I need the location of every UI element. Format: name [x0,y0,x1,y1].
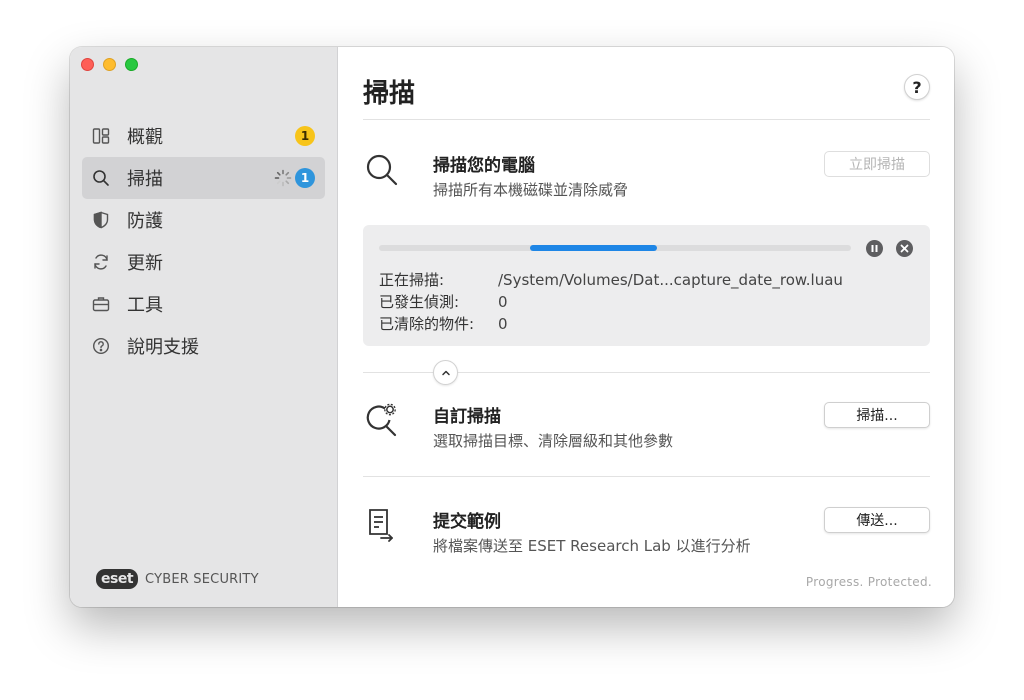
send-sample-button[interactable]: 傳送... [824,507,930,533]
row-label: 已發生偵測: [379,293,460,311]
briefcase-icon [92,295,110,313]
tagline: Progress. Protected. [805,575,932,589]
search-icon [92,169,110,187]
scan-progress-bar [379,245,851,251]
custom-scan-button[interactable]: 掃描... [824,402,930,428]
overview-icon [92,127,110,145]
scan-progress-fill [530,245,658,251]
pause-scan-button[interactable] [866,240,883,257]
sidebar-item-label: 更新 [127,253,163,274]
help-button[interactable]: ? [904,74,930,100]
scan-status-row: 正在掃描: /System/Volumes/Dat...capture_date_… [379,269,843,290]
sidebar-item-overview[interactable]: 概觀 1 [82,115,325,157]
custom-scan-description: 選取掃描目標、清除層級和其他參數 [433,432,674,450]
magnifier-icon [366,154,398,186]
submit-sample-description: 將檔案傳送至 ESET Research Lab 以進行分析 [433,537,751,555]
scan-computer-title: 掃描您的電腦 [433,156,535,176]
row-value: 0 [498,315,508,333]
row-value: 0 [498,293,508,311]
help-circle-icon [92,337,110,355]
custom-scan-title: 自訂掃描 [433,407,501,427]
sidebar-item-help[interactable]: 說明支援 [82,325,325,367]
close-window-button[interactable] [81,58,94,71]
scan-now-button[interactable]: 立即掃描 [824,151,930,177]
row-label: 已清除的物件: [379,315,475,333]
scan-progress-panel: 正在掃描: /System/Volumes/Dat...capture_date_… [363,225,930,346]
submit-sample-title: 提交範例 [433,512,501,532]
divider [363,119,930,120]
refresh-icon [92,253,110,271]
sidebar-item-protection[interactable]: 防護 [82,199,325,241]
sidebar-item-tools[interactable]: 工具 [82,283,325,325]
row-value: /System/Volumes/Dat...capture_date_row.l… [498,271,843,289]
chevron-up-icon [441,370,450,375]
pause-icon [871,245,878,252]
sidebar-item-update[interactable]: 更新 [82,241,325,283]
brand-text: CYBER SECURITY [145,571,259,587]
page-title: 掃描 [363,79,416,109]
notification-badge: 1 [295,168,315,188]
sidebar-item-scan[interactable]: 掃描 1 [82,157,325,199]
sidebar-item-label: 掃描 [127,169,163,190]
divider [363,476,930,477]
eset-logo: eset [96,569,139,589]
brand: eset CYBER SECURITY [96,569,259,589]
sidebar-nav: 概觀 1 掃描 1 防護 更新 工具 說明支援 [82,115,325,367]
loading-spinner-icon [274,169,292,187]
stop-scan-button[interactable] [896,240,913,257]
collapse-button[interactable] [433,360,458,385]
sidebar-item-label: 說明支援 [127,337,199,358]
cleaned-objects-row: 已清除的物件: 0 [379,313,508,334]
main-content: 掃描 ? 掃描您的電腦 掃描所有本機磁碟並清除威脅 立即掃描 正在掃描: /Sy… [338,47,954,607]
sidebar-item-label: 防護 [127,211,163,232]
maximize-window-button[interactable] [125,58,138,71]
row-label: 正在掃描: [379,271,445,289]
app-window: 概觀 1 掃描 1 防護 更新 工具 說明支援 eset CYBER SECUR… [70,47,954,607]
window-controls [81,58,138,71]
close-icon [900,244,909,253]
sidebar: 概觀 1 掃描 1 防護 更新 工具 說明支援 eset CYBER SECUR… [70,47,338,607]
detections-row: 已發生偵測: 0 [379,291,508,312]
notification-badge: 1 [295,126,315,146]
document-send-icon [369,509,393,542]
scan-computer-description: 掃描所有本機磁碟並清除威脅 [433,181,629,199]
sidebar-item-label: 概觀 [127,127,163,148]
shield-icon [92,211,110,229]
custom-scan-icon [366,403,397,437]
minimize-window-button[interactable] [103,58,116,71]
sidebar-item-label: 工具 [127,295,163,316]
